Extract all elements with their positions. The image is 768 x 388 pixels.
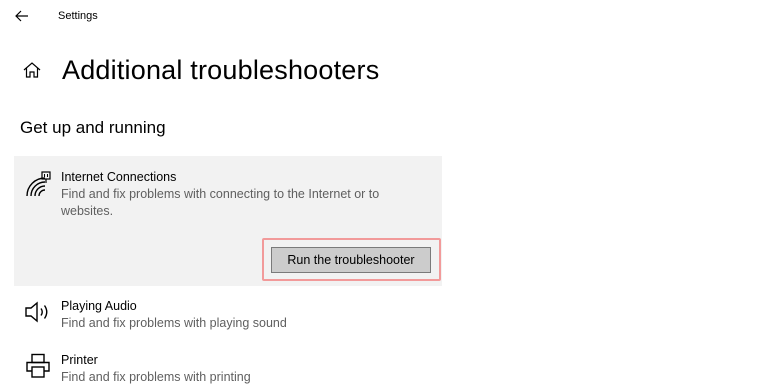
troubleshooter-name: Printer [61, 353, 98, 367]
troubleshooter-name: Internet Connections [61, 170, 177, 184]
back-arrow-icon [15, 10, 28, 22]
speaker-icon [22, 296, 54, 328]
printer-icon [22, 350, 54, 382]
back-button[interactable] [10, 4, 34, 28]
page-header: Additional troubleshooters [20, 52, 379, 88]
window-title: Settings [58, 10, 98, 22]
run-troubleshooter-button[interactable]: Run the troubleshooter [271, 247, 431, 273]
troubleshooter-description: Find and fix problems with printing [61, 370, 251, 384]
page-title: Additional troubleshooters [62, 54, 380, 85]
troubleshooter-description: Find and fix problems with connecting to… [61, 187, 380, 218]
wifi-ethernet-icon [22, 168, 54, 200]
home-icon [20, 58, 44, 82]
troubleshooter-name: Playing Audio [61, 299, 137, 313]
title-bar: Settings [0, 0, 768, 32]
troubleshooter-description: Find and fix problems with playing sound [61, 316, 287, 330]
troubleshooter-playing-audio[interactable]: Playing Audio Find and fix problems with… [14, 294, 442, 334]
troubleshooter-printer[interactable]: Printer Find and fix problems with print… [14, 348, 442, 388]
section-heading: Get up and running [20, 118, 166, 137]
